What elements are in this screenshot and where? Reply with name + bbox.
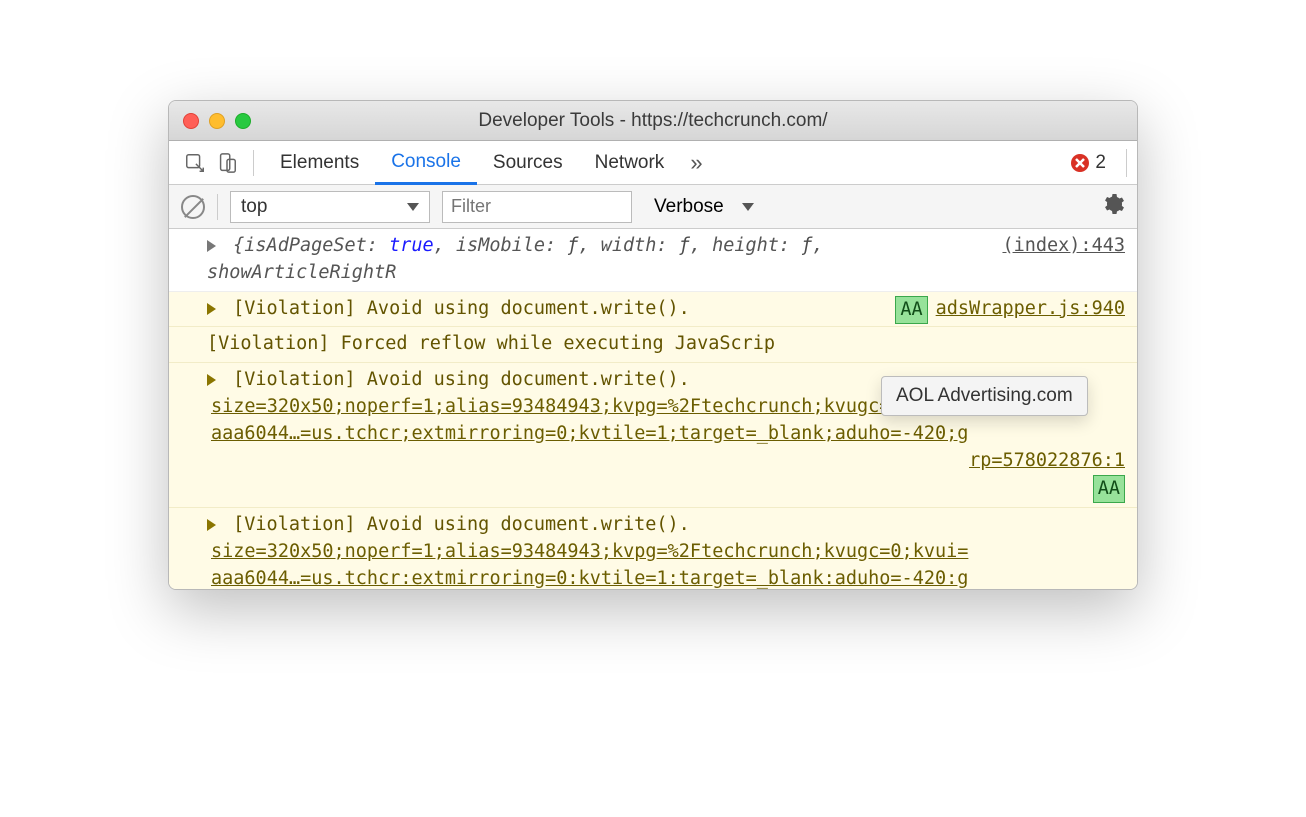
thirdparty-badge[interactable]: AA bbox=[895, 296, 927, 325]
log-detail[interactable]: rp=578022876:1 bbox=[969, 450, 1125, 471]
context-select[interactable]: top bbox=[230, 191, 430, 223]
devtools-tabs: Elements Console Sources Network » 2 bbox=[169, 141, 1137, 185]
log-text: [Violation] Forced reflow while executin… bbox=[207, 333, 775, 354]
log-object: {isAdPageSet: true, isMobile: ƒ, width: … bbox=[207, 235, 824, 283]
disclosure-icon[interactable] bbox=[207, 374, 216, 386]
maximize-window-button[interactable] bbox=[235, 113, 251, 129]
source-link[interactable]: (index):443 bbox=[1002, 233, 1125, 260]
inspect-icon[interactable] bbox=[179, 147, 211, 179]
tab-elements[interactable]: Elements bbox=[264, 141, 375, 184]
console-row[interactable]: adsWrapper.js:940 AA [Violation] Avoid u… bbox=[169, 292, 1137, 328]
error-count: 2 bbox=[1095, 152, 1106, 174]
disclosure-icon[interactable] bbox=[207, 303, 216, 315]
devtools-window: Developer Tools - https://techcrunch.com… bbox=[168, 100, 1138, 590]
log-text: [Violation] Avoid using document.write()… bbox=[233, 369, 690, 390]
clear-console-icon[interactable] bbox=[181, 195, 205, 219]
console-settings-icon[interactable] bbox=[1101, 192, 1125, 221]
disclosure-icon[interactable] bbox=[207, 240, 216, 252]
log-detail[interactable]: aaa6044…=us.tchcr:extmirroring=0:kvtile=… bbox=[211, 568, 968, 589]
error-icon bbox=[1071, 154, 1089, 172]
titlebar: Developer Tools - https://techcrunch.com… bbox=[169, 101, 1137, 141]
close-window-button[interactable] bbox=[183, 113, 199, 129]
window-title: Developer Tools - https://techcrunch.com… bbox=[169, 110, 1137, 132]
separator bbox=[217, 194, 218, 220]
log-text: [Violation] Avoid using document.write()… bbox=[233, 514, 690, 535]
tab-console[interactable]: Console bbox=[375, 142, 477, 185]
source-link[interactable]: adsWrapper.js:940 bbox=[936, 296, 1125, 323]
tab-sources[interactable]: Sources bbox=[477, 141, 579, 184]
log-level-select[interactable]: Verbose bbox=[654, 196, 754, 218]
dropdown-icon bbox=[742, 203, 754, 211]
more-tabs-icon[interactable]: » bbox=[680, 150, 712, 176]
traffic-lights bbox=[183, 113, 251, 129]
thirdparty-badge[interactable]: AA bbox=[1093, 475, 1125, 504]
console-row[interactable]: [Violation] Forced reflow while executin… bbox=[169, 327, 1137, 363]
log-text: [Violation] Avoid using document.write()… bbox=[233, 298, 690, 319]
separator bbox=[253, 150, 254, 176]
badge-tooltip: AOL Advertising.com bbox=[881, 376, 1088, 416]
log-detail[interactable]: size=320x50;noperf=1;alias=93484943;kvpg… bbox=[211, 396, 968, 417]
console-filterbar: top Verbose bbox=[169, 185, 1137, 229]
log-level-value: Verbose bbox=[654, 196, 724, 218]
separator bbox=[1126, 149, 1127, 177]
context-value: top bbox=[241, 196, 267, 218]
dropdown-icon bbox=[407, 203, 419, 211]
log-detail[interactable]: aaa6044…=us.tchcr;extmirroring=0;kvtile=… bbox=[211, 423, 968, 444]
console-row[interactable]: (index):443 {isAdPageSet: true, isMobile… bbox=[169, 229, 1137, 292]
error-counter[interactable]: 2 bbox=[1071, 152, 1116, 174]
filter-input[interactable] bbox=[442, 191, 632, 223]
console-row[interactable]: [Violation] Avoid using document.write()… bbox=[169, 508, 1137, 589]
minimize-window-button[interactable] bbox=[209, 113, 225, 129]
log-detail[interactable]: size=320x50;noperf=1;alias=93484943;kvpg… bbox=[211, 541, 968, 562]
disclosure-icon[interactable] bbox=[207, 519, 216, 531]
tab-network[interactable]: Network bbox=[579, 141, 681, 184]
device-toggle-icon[interactable] bbox=[211, 147, 243, 179]
